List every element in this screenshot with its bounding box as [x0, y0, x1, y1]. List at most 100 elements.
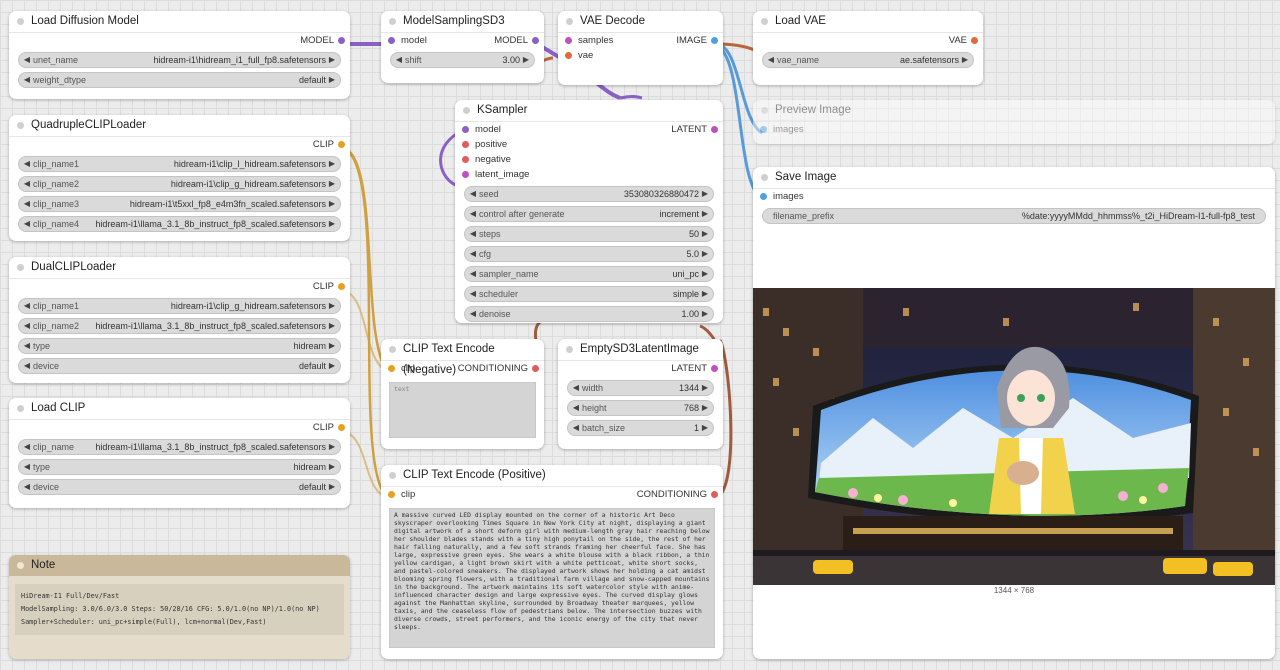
- input-socket-clip[interactable]: [388, 365, 395, 372]
- input-socket-latent-image[interactable]: [462, 171, 469, 178]
- arrow-left-icon[interactable]: ◀: [570, 421, 582, 435]
- arrow-right-icon[interactable]: ▶: [326, 319, 338, 333]
- output-socket-model[interactable]: [532, 37, 539, 44]
- widget-filename-prefix[interactable]: filename_prefix %date:yyyyMMdd_hhmmss%_t2…: [762, 208, 1266, 224]
- collapse-dot-icon[interactable]: [463, 107, 470, 114]
- input-socket-images[interactable]: [760, 193, 767, 200]
- collapse-dot-icon[interactable]: [389, 18, 396, 25]
- widget-type[interactable]: ◀ type hidream ▶: [18, 338, 341, 354]
- widget-seed[interactable]: ◀ seed 353080326880472 ▶: [464, 186, 714, 202]
- widget-cfg[interactable]: ◀ cfg 5.0 ▶: [464, 246, 714, 262]
- arrow-right-icon[interactable]: ▶: [699, 227, 711, 241]
- arrow-right-icon[interactable]: ▶: [326, 217, 338, 231]
- node-clip-text-encode-negative[interactable]: CLIP Text Encode (Negative) clip CONDITIO…: [381, 339, 544, 449]
- arrow-left-icon[interactable]: ◀: [21, 359, 33, 373]
- arrow-left-icon[interactable]: ◀: [21, 217, 33, 231]
- arrow-left-icon[interactable]: ◀: [467, 207, 479, 221]
- arrow-right-icon[interactable]: ▶: [326, 197, 338, 211]
- arrow-right-icon[interactable]: ▶: [959, 53, 971, 67]
- arrow-right-icon[interactable]: ▶: [699, 187, 711, 201]
- arrow-left-icon[interactable]: ◀: [21, 299, 33, 313]
- widget-device[interactable]: ◀ device default ▶: [18, 358, 341, 374]
- input-socket-vae[interactable]: [565, 52, 572, 59]
- node-title[interactable]: KSampler: [455, 100, 723, 122]
- widget-control-after-generate[interactable]: ◀ control after generate increment ▶: [464, 206, 714, 222]
- node-title[interactable]: DualCLIPLoader: [9, 257, 350, 279]
- arrow-right-icon[interactable]: ▶: [699, 381, 711, 395]
- widget-scheduler[interactable]: ◀ scheduler simple ▶: [464, 286, 714, 302]
- output-socket-clip[interactable]: [338, 141, 345, 148]
- node-model-sampling-sd3[interactable]: ModelSamplingSD3 model MODEL ◀ shift 3.00 ▶: [381, 11, 544, 83]
- arrow-left-icon[interactable]: ◀: [467, 247, 479, 261]
- arrow-right-icon[interactable]: ▶: [326, 359, 338, 373]
- arrow-right-icon[interactable]: ▶: [326, 53, 338, 67]
- node-title[interactable]: Load VAE: [753, 11, 983, 33]
- output-socket-conditioning[interactable]: [532, 365, 539, 372]
- arrow-left-icon[interactable]: ◀: [765, 53, 777, 67]
- node-title[interactable]: Note: [9, 555, 350, 576]
- arrow-left-icon[interactable]: ◀: [21, 53, 33, 67]
- arrow-left-icon[interactable]: ◀: [467, 267, 479, 281]
- node-clip-text-encode-positive[interactable]: CLIP Text Encode (Positive) clip CONDITIO…: [381, 465, 723, 659]
- arrow-left-icon[interactable]: ◀: [21, 339, 33, 353]
- output-socket-latent[interactable]: [711, 126, 718, 133]
- output-socket-conditioning[interactable]: [711, 491, 718, 498]
- collapse-dot-icon[interactable]: [17, 264, 24, 271]
- input-socket-negative[interactable]: [462, 156, 469, 163]
- arrow-left-icon[interactable]: ◀: [467, 287, 479, 301]
- collapse-dot-icon[interactable]: [389, 346, 396, 353]
- node-empty-sd3-latent-image[interactable]: EmptySD3LatentImage LATENT ◀ width 1344 ▶ ◀…: [558, 339, 723, 449]
- collapse-dot-icon[interactable]: [17, 562, 24, 569]
- arrow-left-icon[interactable]: ◀: [21, 319, 33, 333]
- arrow-left-icon[interactable]: ◀: [21, 73, 33, 87]
- node-title[interactable]: CLIP Text Encode (Negative): [381, 339, 544, 376]
- node-load-vae[interactable]: Load VAE VAE ◀ vae_name ae.safetensors ▶: [753, 11, 983, 85]
- node-dual-clip-loader[interactable]: DualCLIPLoader CLIP ◀ clip_name1 hidream-i…: [9, 257, 350, 383]
- output-socket-clip[interactable]: [338, 424, 345, 431]
- widget-batch-size[interactable]: ◀ batch_size 1 ▶: [567, 420, 714, 436]
- widget-shift[interactable]: ◀ shift 3.00 ▶: [390, 52, 535, 68]
- output-image-preview[interactable]: [753, 288, 1275, 585]
- collapse-dot-icon[interactable]: [17, 405, 24, 412]
- collapse-dot-icon[interactable]: [389, 472, 396, 479]
- output-socket-vae[interactable]: [971, 37, 978, 44]
- note-body[interactable]: HiDream-I1 Full/Dev/Fast ModelSampling: …: [15, 584, 344, 635]
- arrow-right-icon[interactable]: ▶: [326, 73, 338, 87]
- node-title[interactable]: CLIP Text Encode (Positive): [381, 465, 723, 487]
- widget-width[interactable]: ◀ width 1344 ▶: [567, 380, 714, 396]
- node-title[interactable]: Preview Image: [753, 100, 1275, 122]
- negative-prompt-textarea[interactable]: text: [389, 382, 536, 438]
- widget-device[interactable]: ◀ device default ▶: [18, 479, 341, 495]
- arrow-left-icon[interactable]: ◀: [467, 227, 479, 241]
- input-socket-samples[interactable]: [565, 37, 572, 44]
- node-note[interactable]: Note HiDream-I1 Full/Dev/Fast ModelSampl…: [9, 555, 350, 659]
- widget-clip-name[interactable]: ◀ clip_name hidream-i1\llama_3.1_8b_instru…: [18, 439, 341, 455]
- collapse-dot-icon[interactable]: [761, 18, 768, 25]
- arrow-right-icon[interactable]: ▶: [699, 421, 711, 435]
- input-socket-images[interactable]: [760, 126, 767, 133]
- node-title[interactable]: Save Image: [753, 167, 1275, 189]
- arrow-right-icon[interactable]: ▶: [699, 207, 711, 221]
- input-socket-clip[interactable]: [388, 491, 395, 498]
- output-socket-model[interactable]: [338, 37, 345, 44]
- arrow-right-icon[interactable]: ▶: [326, 339, 338, 353]
- arrow-left-icon[interactable]: ◀: [393, 53, 405, 67]
- widget-steps[interactable]: ◀ steps 50 ▶: [464, 226, 714, 242]
- arrow-left-icon[interactable]: ◀: [21, 480, 33, 494]
- positive-prompt-textarea[interactable]: A massive curved LED display mounted on …: [389, 508, 715, 648]
- widget-clip-name1[interactable]: ◀ clip_name1 hidream-i1\clip_l_hidream.saf…: [18, 156, 341, 172]
- arrow-right-icon[interactable]: ▶: [326, 177, 338, 191]
- arrow-left-icon[interactable]: ◀: [21, 157, 33, 171]
- input-socket-model[interactable]: [388, 37, 395, 44]
- node-ksampler[interactable]: KSampler model LATENT positive negative l…: [455, 100, 723, 323]
- widget-clip-name2[interactable]: ◀ clip_name2 hidream-i1\clip_g_hidream.saf…: [18, 176, 341, 192]
- arrow-right-icon[interactable]: ▶: [326, 299, 338, 313]
- collapse-dot-icon[interactable]: [761, 174, 768, 181]
- widget-weight-dtype[interactable]: ◀ weight_dtype default ▶: [18, 72, 341, 88]
- arrow-right-icon[interactable]: ▶: [699, 307, 711, 321]
- input-socket-positive[interactable]: [462, 141, 469, 148]
- widget-type[interactable]: ◀ type hidream ▶: [18, 459, 341, 475]
- collapse-dot-icon[interactable]: [17, 122, 24, 129]
- arrow-right-icon[interactable]: ▶: [326, 157, 338, 171]
- node-title[interactable]: EmptySD3LatentImage: [558, 339, 723, 361]
